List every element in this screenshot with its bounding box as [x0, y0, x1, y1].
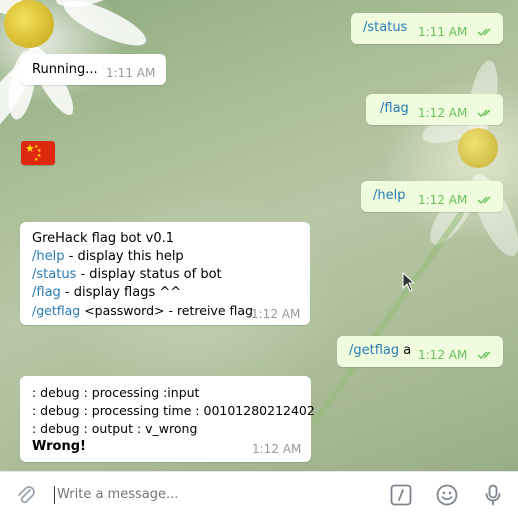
debug-line: : debug : processing time : 001012802124… — [32, 403, 315, 418]
message-title: GreHack flag bot v0.1 — [32, 231, 175, 246]
command-link[interactable]: /getflag — [349, 343, 399, 358]
microphone-icon[interactable] — [482, 484, 504, 506]
message-incoming[interactable]: : debug : processing :input : debug : pr… — [20, 376, 315, 462]
attach-icon[interactable] — [15, 484, 37, 506]
mouse-cursor-icon — [402, 272, 416, 292]
message-time: 1:12 AM — [252, 442, 302, 456]
command-link[interactable]: /status — [32, 267, 76, 282]
message-time: 1:11 AM — [106, 66, 156, 80]
debug-line: : debug : output : v_wrong — [32, 421, 198, 436]
message-text: a — [399, 343, 412, 358]
command-description: <password> - retreive flag — [80, 303, 253, 318]
read-check-icon — [477, 351, 491, 360]
emoji-icon[interactable] — [436, 484, 458, 506]
message-incoming[interactable]: Running... 1:11 AM — [20, 54, 166, 85]
message-outgoing[interactable]: /help 1:12 AM — [361, 181, 503, 212]
message-time: 1:12 AM — [418, 106, 468, 120]
message-time: 1:12 AM — [418, 193, 468, 207]
command-description: - display status of bot — [76, 267, 222, 282]
command-link[interactable]: /getflag — [32, 303, 80, 318]
message-outgoing[interactable]: /getflag a 1:12 AM — [337, 336, 503, 367]
message-composer — [0, 471, 518, 515]
message-incoming[interactable]: GreHack flag bot v0.1 /help - display th… — [20, 222, 310, 325]
message-time: 1:12 AM — [418, 348, 468, 362]
message-outgoing[interactable]: /status 1:11 AM — [351, 13, 503, 44]
message-input[interactable] — [54, 486, 377, 504]
command-description: - display flags ^^ — [60, 285, 182, 300]
read-check-icon — [477, 28, 491, 37]
commands-icon[interactable] — [390, 484, 412, 506]
read-check-icon — [477, 196, 491, 205]
message-time: 1:12 AM — [251, 307, 301, 321]
command-description: - display this help — [64, 249, 184, 264]
message-outgoing[interactable]: /flag 1:12 AM — [366, 94, 503, 125]
command-link[interactable]: /help — [32, 249, 64, 264]
message-time: 1:11 AM — [418, 25, 468, 39]
flag-cn-icon: ★ ★ ★ ★ ★ — [21, 141, 55, 165]
debug-line: : debug : processing :input — [32, 385, 200, 400]
read-check-icon — [477, 109, 491, 118]
command-link[interactable]: /flag — [32, 285, 61, 300]
